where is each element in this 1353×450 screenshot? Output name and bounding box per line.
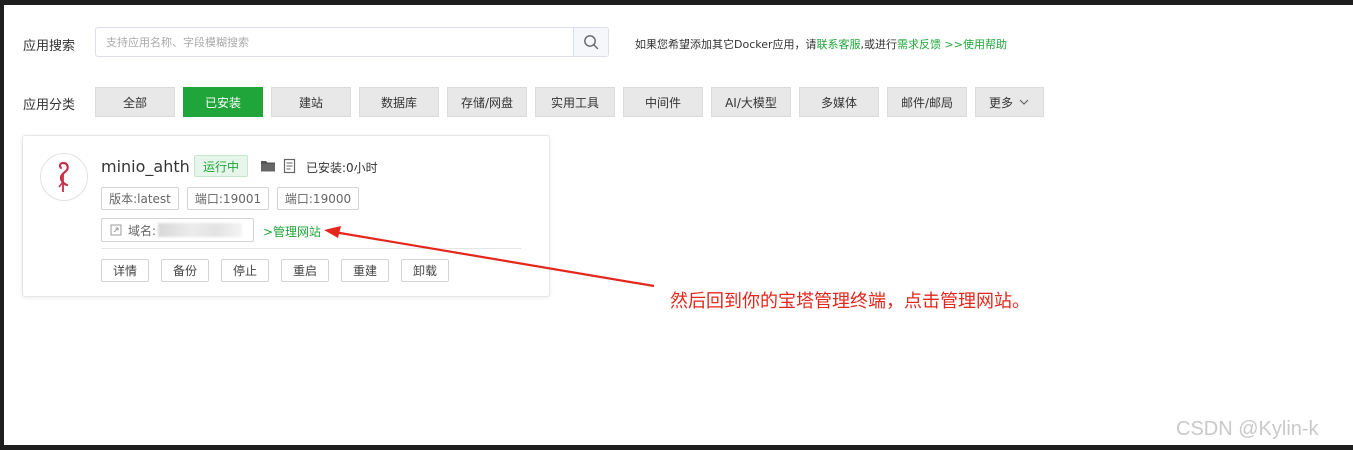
redacted-domain	[158, 223, 243, 237]
manage-site-link[interactable]: >管理网站	[263, 223, 321, 240]
details-button[interactable]: 详情	[101, 259, 149, 282]
category-mail[interactable]: 邮件/邮局	[887, 87, 967, 117]
help-link[interactable]: >>使用帮助	[941, 38, 1007, 51]
port-tag-19001: 端口:19001	[187, 187, 269, 210]
stop-button[interactable]: 停止	[221, 259, 269, 282]
category-website[interactable]: 建站	[271, 87, 351, 117]
log-icon[interactable]	[282, 158, 298, 174]
port-tag-19000: 端口:19000	[277, 187, 359, 210]
folder-icon[interactable]	[260, 158, 276, 174]
minio-logo	[40, 153, 88, 201]
feedback-link[interactable]: 需求反馈	[897, 38, 941, 51]
category-middleware[interactable]: 中间件	[623, 87, 703, 117]
category-database[interactable]: 数据库	[359, 87, 439, 117]
watermark: CSDN @Kylin-k	[1176, 418, 1319, 440]
status-badge: 运行中	[194, 155, 249, 177]
search-icon	[584, 35, 599, 50]
category-more-label: 更多	[988, 95, 1013, 110]
help-text: 如果您希望添加其它Docker应用，请联系客服,或进行需求反馈 >>使用帮助	[635, 36, 1007, 52]
divider	[101, 248, 521, 249]
help-middle: ,或进行	[860, 38, 898, 51]
version-tag: 版本:latest	[101, 187, 179, 210]
uninstall-button[interactable]: 卸载	[401, 259, 449, 282]
installed-time: 已安装:0小时	[306, 161, 378, 175]
backup-button[interactable]: 备份	[161, 259, 209, 282]
category-all[interactable]: 全部	[95, 87, 175, 117]
rebuild-button[interactable]: 重建	[341, 259, 389, 282]
domain-label: 域名:	[128, 223, 157, 238]
search-label: 应用搜索	[23, 39, 76, 54]
restart-button[interactable]: 重启	[281, 259, 329, 282]
app-card: minio_ahth 运行中 已安装:0小时 版本:latest 端口:1900…	[22, 135, 550, 297]
domain-tag: 域名:	[101, 218, 254, 242]
contact-service-link[interactable]: 联系客服	[817, 38, 861, 51]
external-link-icon	[110, 224, 122, 236]
category-tools[interactable]: 实用工具	[535, 87, 615, 117]
category-label: 应用分类	[23, 98, 76, 113]
chevron-down-icon	[1019, 99, 1029, 105]
app-store-panel: 应用搜索 如果您希望添加其它Docker应用，请联系客服,或进行需求反馈 >>使…	[4, 5, 1353, 445]
app-name: minio_ahth	[101, 157, 190, 176]
category-more-dropdown[interactable]: 更多	[975, 87, 1044, 117]
category-storage[interactable]: 存储/网盘	[447, 87, 527, 117]
category-media[interactable]: 多媒体	[799, 87, 879, 117]
category-installed[interactable]: 已安装	[183, 87, 263, 117]
search-box	[95, 27, 609, 57]
help-prefix: 如果您希望添加其它Docker应用，请	[635, 38, 817, 51]
category-ai[interactable]: AI/大模型	[711, 87, 791, 117]
search-input[interactable]	[96, 28, 572, 56]
flamingo-icon	[58, 161, 69, 192]
search-button[interactable]	[573, 28, 608, 56]
annotation-text: 然后回到你的宝塔管理终端，点击管理网站。	[670, 291, 1030, 312]
